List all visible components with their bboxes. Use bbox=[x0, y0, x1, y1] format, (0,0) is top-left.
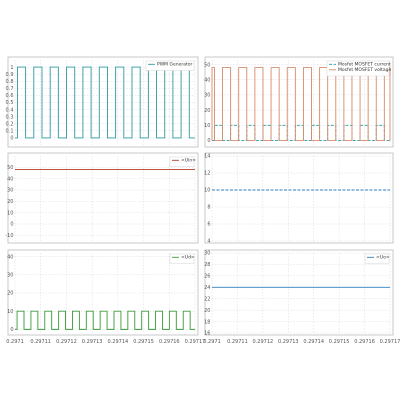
plot-panel-4: 4 6 8 10 12 14 bbox=[204, 152, 394, 245]
y-tick-label: 0.4 bbox=[6, 107, 14, 113]
x-tick-label: 0.29713 bbox=[82, 339, 103, 345]
y-tick-label: 0.9 bbox=[6, 72, 14, 78]
legend-label: <Ud> bbox=[181, 255, 195, 261]
y-tick-label: 20 bbox=[7, 291, 13, 297]
y-tick-label: 8 bbox=[207, 205, 210, 211]
y-tick-label: 0.5 bbox=[6, 100, 14, 106]
y-tick-label: 20 bbox=[7, 199, 13, 205]
y-tick-label: 0 bbox=[10, 136, 13, 142]
y-tick-label: -10 bbox=[5, 233, 13, 239]
y-tick-label: 40 bbox=[7, 254, 13, 260]
x-tick-label: 0.29716 bbox=[159, 339, 180, 345]
y-tick-label: 18 bbox=[204, 319, 210, 325]
y-tick-label: 0.6 bbox=[6, 93, 14, 99]
x-tick-label: 0.29717 bbox=[185, 339, 206, 345]
y-tick-label: 20 bbox=[204, 308, 210, 314]
y-tick-label: 1 bbox=[10, 65, 13, 71]
x-tick-label: 0.29715 bbox=[329, 339, 350, 345]
x-tick-label: 0.29711 bbox=[30, 339, 51, 345]
x-tick-label: 0.29714 bbox=[108, 339, 129, 345]
y-tick-label: 0.1 bbox=[6, 129, 14, 135]
y-tick-label: 10 bbox=[7, 210, 13, 216]
scope-figure: 00.10.20.30.40.50.60.70.80.91 PWM Generat… bbox=[0, 0, 400, 400]
y-tick-label: 30 bbox=[7, 273, 13, 279]
plot-panel-1: 00.1 0.20.30.40.50.60.70.80.91 PWM Generat… bbox=[6, 56, 199, 148]
x-tick-label: 0.29717 bbox=[380, 339, 400, 345]
plot-panel-5: 0 10 20 30 40 <Ud> bbox=[7, 249, 199, 336]
y-tick-label: 0.2 bbox=[6, 121, 14, 127]
legend: <Ud> bbox=[169, 253, 195, 264]
y-tick-label: 0.7 bbox=[6, 86, 14, 92]
y-tick-label: 16 bbox=[204, 331, 210, 337]
x-tick-label: 0.29716 bbox=[354, 339, 375, 345]
y-tick-label: 30 bbox=[204, 251, 210, 257]
legend-label: Mosfet MOSFET voltage bbox=[338, 67, 391, 73]
legend-label: <Uin> bbox=[181, 158, 196, 164]
x-tick-label: 0.29711 bbox=[227, 339, 248, 345]
y-tick-label: 0 bbox=[10, 327, 13, 333]
y-tick-label: 20 bbox=[204, 108, 210, 114]
x-tick-label: 0.29714 bbox=[303, 339, 324, 345]
y-tick-label: 30 bbox=[204, 93, 210, 99]
y-tick-label: 0 bbox=[10, 222, 13, 228]
x-tick-label: 0.29712 bbox=[253, 339, 274, 345]
y-tick-label: 0 bbox=[207, 138, 210, 144]
y-tick-label: 4 bbox=[207, 239, 210, 245]
y-tick-label: 12 bbox=[204, 171, 210, 177]
y-tick-label: 30 bbox=[7, 188, 13, 194]
x-tick-label: 0.2971 bbox=[203, 339, 221, 345]
legend-label: PWM Generator bbox=[157, 62, 192, 68]
y-tick-label: 50 bbox=[7, 165, 13, 171]
y-tick-label: 26 bbox=[204, 274, 210, 280]
plot-panel-2: 0 10 20 30 40 50 Mosfet MOSFET currentMosfet M… bbox=[204, 56, 394, 148]
legend-label: Mosfet MOSFET current bbox=[338, 62, 391, 68]
y-tick-label: 0.8 bbox=[6, 79, 14, 85]
y-tick-label: 40 bbox=[204, 77, 210, 83]
legend: <Uo> bbox=[364, 253, 390, 264]
y-tick-label: 10 bbox=[204, 123, 210, 129]
y-tick-label: 6 bbox=[207, 222, 210, 228]
x-tick-label: 0.2971 bbox=[6, 339, 24, 345]
x-tick-label: 0.29712 bbox=[56, 339, 77, 345]
y-tick-label: 10 bbox=[7, 309, 13, 315]
legend-label: <Uo> bbox=[376, 255, 390, 261]
y-tick-label: 50 bbox=[204, 62, 210, 68]
y-tick-label: 10 bbox=[204, 188, 210, 194]
y-tick-label: 28 bbox=[204, 262, 210, 268]
legend: <Uin> bbox=[169, 156, 196, 167]
x-tick-label: 0.29715 bbox=[133, 339, 154, 345]
legend: PWM Generator bbox=[145, 60, 195, 71]
legend: Mosfet MOSFET currentMosfet MOSFET volta… bbox=[326, 60, 391, 77]
plot-panel-6: 16 18 20 22 24 26 28 30 <Uo> bbox=[204, 249, 394, 337]
y-tick-label: 22 bbox=[204, 296, 210, 302]
x-tick-label: 0.29713 bbox=[278, 339, 299, 345]
y-tick-label: 14 bbox=[204, 154, 210, 160]
y-tick-label: 40 bbox=[7, 176, 13, 182]
plot-panel-3: -10 0 10 20 30 40 50 <Uin> bbox=[5, 152, 199, 244]
y-tick-label: 0.3 bbox=[6, 114, 14, 120]
y-tick-label: 24 bbox=[204, 285, 210, 291]
